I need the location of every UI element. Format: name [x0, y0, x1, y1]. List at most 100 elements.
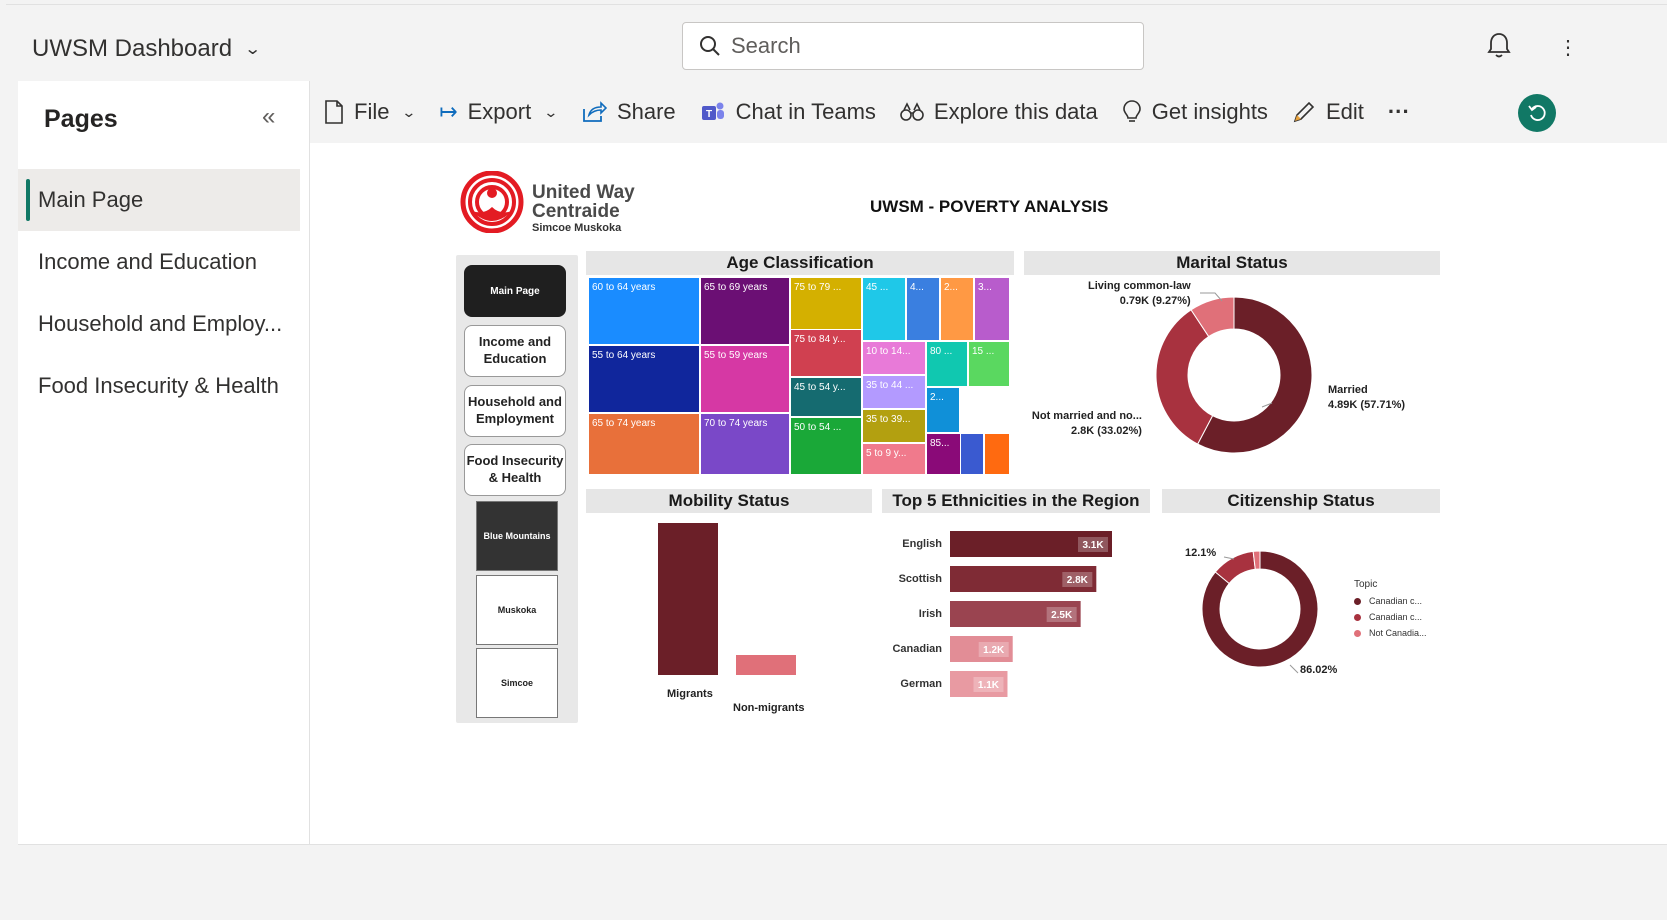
search-icon: [700, 36, 720, 56]
legend-item[interactable]: Canadian c...: [1354, 612, 1427, 622]
get-insights-button[interactable]: Get insights: [1122, 99, 1268, 125]
more-options-button[interactable]: ···: [1388, 99, 1410, 125]
treemap-cell[interactable]: 2...: [940, 277, 974, 341]
nav-button-household-employment[interactable]: Household and Employment: [464, 385, 566, 437]
legend-dot-icon: [1354, 629, 1361, 637]
legend-label: Not Canadia...: [1369, 628, 1427, 638]
notifications-bell-icon[interactable]: [1486, 31, 1512, 64]
ethnicity-category-label: Irish: [919, 608, 943, 620]
share-button[interactable]: Share: [581, 99, 676, 125]
app-title: UWSM Dashboard: [32, 35, 233, 62]
edit-button[interactable]: Edit: [1292, 99, 1364, 125]
region-button-simcoe[interactable]: Simcoe: [476, 648, 558, 718]
treemap-cell[interactable]: 55 to 64 years: [588, 345, 700, 413]
treemap-cell[interactable]: 60 to 64 years: [588, 277, 700, 345]
export-menu-button[interactable]: ↦ Export ⌄: [439, 99, 559, 125]
sidebar-item-income-education[interactable]: Income and Education: [18, 231, 300, 293]
binoculars-icon: [900, 102, 924, 121]
citizenship-label-large: 86.02%: [1300, 664, 1338, 676]
ethnicity-category-label: Scottish: [899, 573, 943, 585]
nav-button-label: Food Insecurity & Health: [466, 453, 564, 485]
svg-text:T: T: [706, 109, 712, 120]
label-value: 4.89K (57.71%): [1328, 398, 1406, 411]
mobility-bar[interactable]: [658, 523, 718, 675]
sidebar-item-label: Household and Employ...: [38, 311, 283, 336]
nav-button-food-insecurity[interactable]: Food Insecurity & Health: [464, 444, 566, 496]
treemap-cell[interactable]: 10 to 14...: [862, 341, 926, 375]
treemap-cell[interactable]: 50 to 54 ...: [790, 417, 862, 475]
sidebar-item-main-page[interactable]: Main Page: [18, 169, 300, 231]
citizenship-status-heading: Citizenship Status: [1162, 489, 1440, 513]
explore-data-button[interactable]: Explore this data: [900, 99, 1098, 125]
treemap-cell[interactable]: 35 to 39...: [862, 409, 926, 443]
citizenship-label-small: 12.1%: [1185, 547, 1217, 559]
file-menu-button[interactable]: File ⌄: [324, 99, 417, 125]
legend-item[interactable]: Canadian c...: [1354, 596, 1427, 606]
treemap-cell[interactable]: [960, 433, 984, 475]
mobility-bar[interactable]: [736, 655, 796, 675]
treemap-cell[interactable]: [984, 433, 1010, 475]
mobility-bar-chart[interactable]: [586, 519, 872, 719]
treemap-cell[interactable]: 45 ...: [862, 277, 906, 341]
share-label: Share: [616, 99, 676, 124]
reset-icon: [1528, 105, 1546, 121]
treemap-cell[interactable]: 2...: [926, 387, 960, 433]
treemap-cell[interactable]: 15 ...: [968, 341, 1010, 387]
treemap-cell[interactable]: 55 to 59 years: [700, 345, 790, 413]
lightbulb-icon: [1122, 100, 1141, 122]
marital-label-married: Married 4.89K (57.71%): [1328, 383, 1405, 413]
nav-button-main-page[interactable]: Main Page: [464, 265, 566, 317]
treemap-cell[interactable]: 70 to 74 years: [700, 413, 790, 475]
ethnicities-heading: Top 5 Ethnicities in the Region: [882, 489, 1150, 513]
logo-line-2: Centraide: [532, 201, 620, 222]
region-button-label: Muskoka: [497, 605, 537, 615]
explore-label: Explore this data: [933, 99, 1098, 124]
united-way-logo-icon: [460, 171, 524, 233]
treemap-cell[interactable]: 65 to 69 years: [700, 277, 790, 345]
region-button-muskoka[interactable]: Muskoka: [476, 575, 558, 645]
app-title-dropdown[interactable]: UWSM Dashboard ⌄: [32, 35, 262, 63]
legend-dot-icon: [1354, 613, 1361, 621]
ethnicity-value-label: 3.1K: [1082, 540, 1104, 551]
sidebar-item-label: Food Insecurity & Health: [38, 373, 279, 398]
nav-button-label: Income and Education: [478, 334, 552, 366]
logo-line-3: Simcoe Muskoka: [532, 222, 622, 234]
treemap-cell[interactable]: 4...: [906, 277, 940, 341]
mobility-label-migrants: Migrants: [667, 688, 713, 700]
treemap-cell[interactable]: 65 to 74 years: [588, 413, 700, 475]
sidebar-item-food-insecurity[interactable]: Food Insecurity & Health: [18, 355, 300, 417]
chat-in-teams-button[interactable]: T Chat in Teams: [700, 99, 876, 125]
label-value: 2.8K (33.02%): [1071, 424, 1142, 437]
ethnicity-category-label: English: [902, 538, 942, 550]
treemap-cell[interactable]: 80 ...: [926, 341, 968, 387]
age-treemap[interactable]: 60 to 64 years 65 to 69 years 75 to 79 ...…: [588, 277, 1012, 475]
legend-item[interactable]: Not Canadia...: [1354, 628, 1427, 638]
more-options-label: ···: [1387, 99, 1410, 124]
marital-label-not-married: Not married and no... 2.8K (33.02%): [1029, 409, 1142, 439]
treemap-cell[interactable]: 75 to 84 y...: [790, 329, 862, 377]
report-nav-panel: Main Page Income and Education Household…: [456, 255, 578, 723]
nav-button-income-education[interactable]: Income and Education: [464, 325, 566, 377]
logo-text: United Way Centraide Simcoe Muskoka: [532, 183, 635, 234]
sidebar-item-label: Main Page: [38, 187, 144, 212]
treemap-cell[interactable]: 5 to 9 y...: [862, 443, 926, 475]
pages-sidebar: Pages « Main Page Income and Education H…: [18, 81, 310, 844]
report-toolbar: File ⌄ ↦ Export ⌄ Share T Chat in Teams Ex…: [310, 81, 1667, 143]
search-input[interactable]: [731, 33, 1111, 59]
mobility-label-non-migrants: Non-migrants: [733, 702, 805, 714]
reset-button[interactable]: [1518, 94, 1556, 132]
ethnicity-value-label: 1.2K: [983, 645, 1005, 656]
sidebar-item-household-employment[interactable]: Household and Employ...: [18, 293, 300, 355]
legend-dot-icon: [1354, 597, 1361, 605]
settings-edge-icon[interactable]: ⋮: [1558, 35, 1578, 60]
treemap-cell[interactable]: 3...: [974, 277, 1010, 341]
ethnicities-bar-chart[interactable]: English 3.1K Scottish 2.8K Irish 2.5K Canadian…: [882, 519, 1150, 709]
region-button-blue-mountains[interactable]: Blue Mountains: [476, 501, 558, 571]
chevron-down-icon: ⌄: [244, 41, 262, 58]
ethnicity-value-label: 1.1K: [978, 680, 1000, 691]
treemap-cell[interactable]: 35 to 44 ...: [862, 375, 926, 409]
treemap-cell[interactable]: 45 to 54 y...: [790, 377, 862, 417]
collapse-sidebar-icon[interactable]: «: [262, 103, 275, 131]
insights-label: Get insights: [1151, 99, 1268, 124]
search-box[interactable]: [682, 22, 1144, 70]
